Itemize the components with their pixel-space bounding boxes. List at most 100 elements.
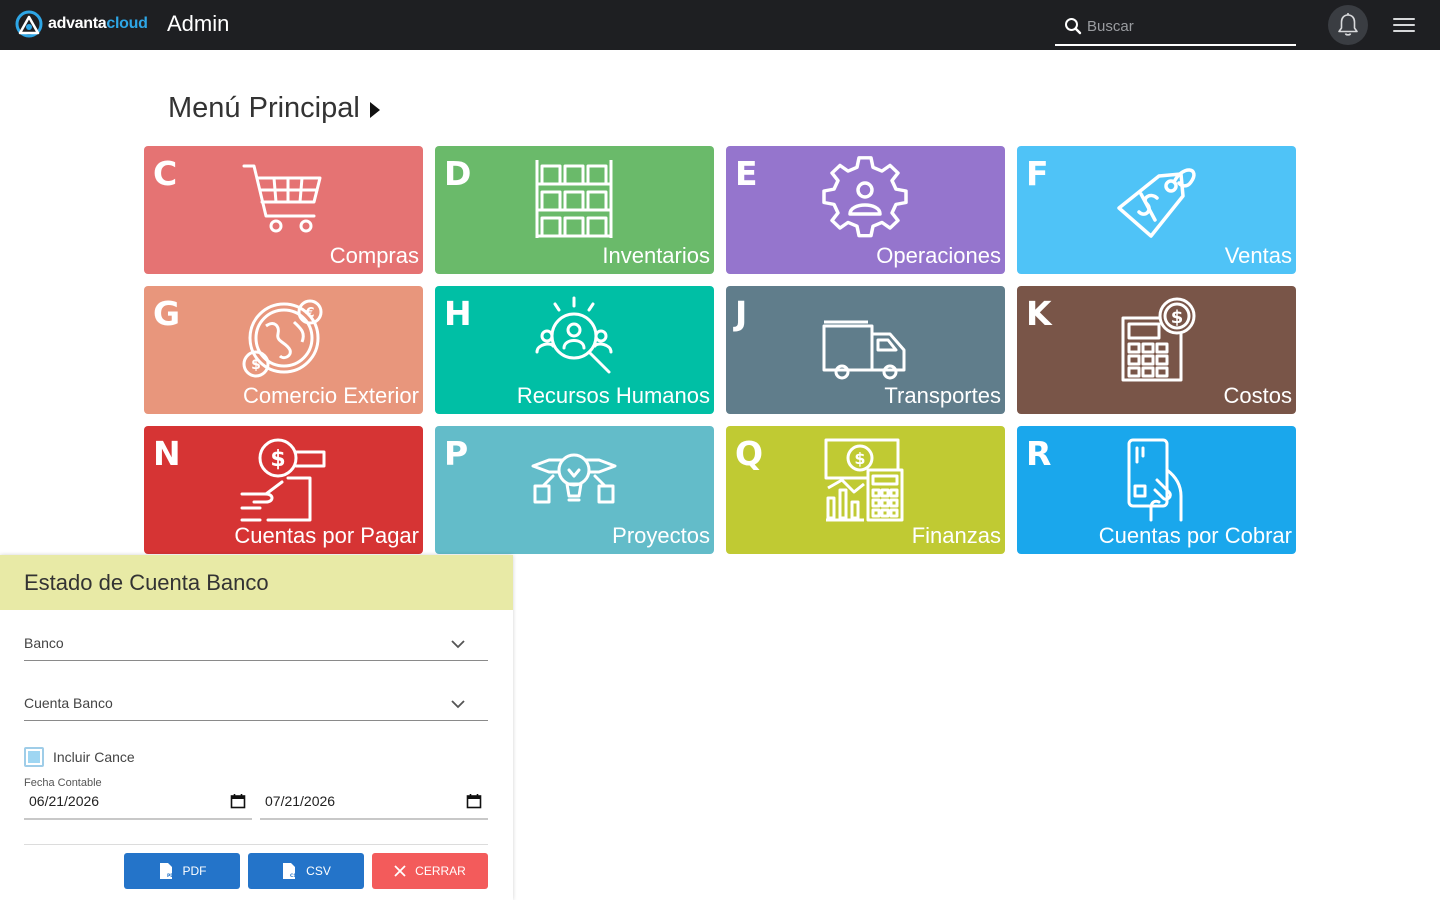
tile-letter: F [1026,154,1049,193]
pdf-file-icon: PDF [159,863,174,879]
close-button[interactable]: CERRAR [372,853,488,889]
csv-button-label: CSV [306,864,331,878]
menu-line [1393,24,1415,26]
tile-label: Cuentas por Pagar [234,523,419,548]
coin-hand-icon: $ [240,438,326,522]
tile-label: Cuentas por Cobrar [1098,523,1292,548]
tile-label: Costos [1223,383,1292,408]
tile-letter: H [444,294,472,333]
incluir-cancelados-row[interactable]: Incluir Cance [24,747,135,767]
bell-icon [1338,13,1358,36]
tile-letter: N [153,434,181,473]
svg-text:$: $ [1171,307,1184,328]
tile-label: Recursos Humanos [516,383,710,408]
tile-label: Proyectos [612,523,710,548]
tile-recursos-humanos[interactable]: H Recursos Humanos [435,286,714,414]
date-to-input[interactable]: 07/21/2026 [260,789,488,820]
tile-compras[interactable]: C Compras [144,146,423,274]
banco-label: Banco [24,635,64,651]
tile-label: Ventas [1224,243,1292,268]
tile-label: Inventarios [602,243,710,268]
date-from-value: 06/21/2026 [29,793,100,809]
tile-label: Operaciones [876,243,1001,268]
people-search-icon [535,296,613,374]
tile-letter: J [735,294,748,333]
chevron-down-icon [451,640,465,649]
svg-text:$: $ [270,447,285,472]
truck-icon [822,320,906,380]
tile-proyectos[interactable]: P Proyectos [435,426,714,554]
tile-letter: E [735,154,758,193]
card-hand-icon [1127,438,1183,522]
tile-cuentas-por-pagar[interactable]: N $ Cuentas por Pagar [144,426,423,554]
globe-currency-icon: € $ [242,299,323,378]
tile-operaciones[interactable]: E Operaciones [726,146,1005,274]
chevron-down-icon [451,700,465,709]
cuenta-banco-label: Cuenta Banco [24,695,113,711]
search-box[interactable] [1055,8,1296,46]
checkbox-fill [28,751,40,763]
lightbulb-project-icon [531,453,617,504]
panel-divider [24,844,488,845]
top-bar: advantacloud Admin [0,0,1440,50]
tile-label: Compras [329,243,419,268]
date-to-value: 07/21/2026 [265,793,336,809]
page-title: Menú Principal [168,92,360,124]
menu-line [1393,18,1415,20]
tile-finanzas[interactable]: Q $ Finanzas [726,426,1005,554]
svg-text:PDF: PDF [167,873,174,879]
tile-label: Transportes [884,383,1001,408]
svg-text:$: $ [854,449,865,468]
calendar-icon[interactable] [230,793,246,809]
search-input[interactable] [1087,17,1287,35]
tile-inventarios[interactable]: D Inventarios [435,146,714,274]
csv-button[interactable]: CSV CSV [248,853,364,889]
hamburger-menu-button[interactable] [1393,16,1415,34]
boxes-shelf-icon [535,160,613,238]
finance-calculator-icon: $ [824,438,904,522]
svg-text:$: $ [251,357,261,373]
tile-costos[interactable]: K $ Costos [1017,286,1296,414]
incluir-label: Incluir Cance [53,749,135,765]
tile-letter: D [444,154,472,193]
tile-letter: G [153,294,181,333]
notifications-button[interactable] [1328,5,1368,45]
calculator-coin-icon: $ [1121,297,1196,382]
svg-text:CSV: CSV [290,873,297,879]
pdf-button[interactable]: PDF PDF [124,853,240,889]
caret-right-icon [369,102,380,118]
tile-letter: Q [735,434,764,473]
bank-statement-panel: Estado de Cuenta Banco Banco Cuenta Banc… [0,555,513,900]
panel-header: Estado de Cuenta Banco [0,555,513,610]
date-from-input[interactable]: 06/21/2026 [24,789,252,820]
tile-letter: R [1026,434,1052,473]
tile-letter: K [1026,294,1052,333]
close-icon [394,865,406,877]
tile-label: Comercio Exterior [242,383,419,408]
app-title: Admin [167,11,230,36]
main-menu-heading[interactable]: Menú Principal [168,92,380,125]
tile-comercio-exterior[interactable]: G € $ Comercio Exterior [144,286,423,414]
price-tag-icon [1117,168,1196,238]
tile-letter: C [153,154,178,193]
tile-cuentas-por-cobrar[interactable]: R Cuentas por Cobrar [1017,426,1296,554]
tile-transportes[interactable]: J Transportes [726,286,1005,414]
incluir-checkbox[interactable] [24,747,44,767]
tile-label: Finanzas [911,523,1001,548]
close-button-label: CERRAR [415,864,466,878]
menu-line [1393,30,1415,32]
search-icon [1065,18,1082,35]
svg-text:€: € [304,306,314,321]
tile-ventas[interactable]: F Ventas [1017,146,1296,274]
calendar-icon[interactable] [466,793,482,809]
fecha-contable-label: Fecha Contable [24,777,102,789]
panel-title: Estado de Cuenta Banco [24,569,269,595]
cuenta-banco-select[interactable]: Cuenta Banco [24,693,488,721]
banco-select[interactable]: Banco [24,633,488,661]
shopping-cart-icon [242,164,322,233]
logo-text: advantacloud [48,15,148,32]
app-logo[interactable]: advantacloud [14,9,148,39]
gear-person-icon [822,156,908,238]
pdf-button-label: PDF [182,864,207,878]
csv-file-icon: CSV [283,863,297,879]
